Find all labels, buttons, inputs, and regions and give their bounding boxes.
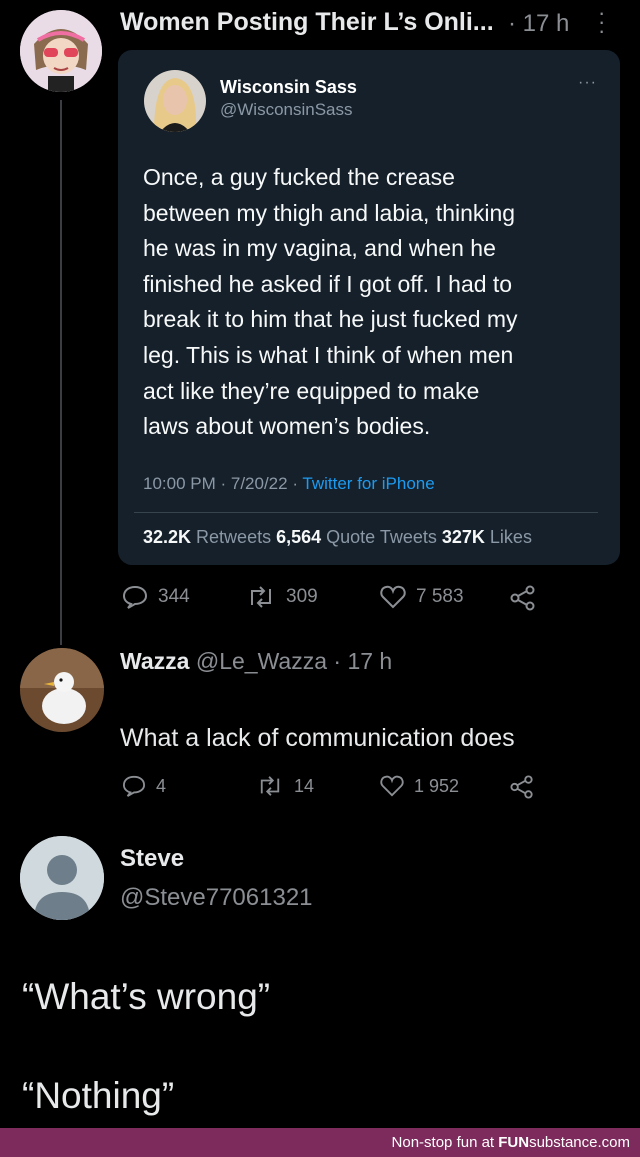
tweet-meta: 10:00 PM · 7/20/22 · Twitter for iPhone <box>143 474 435 494</box>
repost-count: 309 <box>286 586 318 607</box>
post-title[interactable]: Women Posting Their L’s Onli... <box>120 8 494 37</box>
reply-reply-button[interactable]: 4 <box>122 775 166 797</box>
like-button[interactable]: 7 583 <box>380 585 464 609</box>
tweet-line: laws about women’s bodies. <box>143 413 431 440</box>
steve-avatar[interactable] <box>20 836 104 920</box>
more-horizontal-icon[interactable]: ··· <box>578 74 597 92</box>
likes-label: Likes <box>484 527 532 547</box>
watermark-text[interactable]: Non-stop fun at FUNsubstance.com <box>392 1134 630 1151</box>
default-profile-icon <box>20 836 104 920</box>
likes-count[interactable]: 327K <box>442 527 485 547</box>
tweet-line: Once, a guy fucked the crease <box>143 164 455 190</box>
retweets-count[interactable]: 32.2K <box>143 527 191 547</box>
share-button[interactable] <box>510 585 536 611</box>
tweet-stats: 32.2K Retweets 6,564 Quote Tweets 327K L… <box>143 527 532 548</box>
tweet-line: leg. This is what I think of when men <box>143 341 514 368</box>
tweet-source-link[interactable]: Twitter for iPhone <box>302 474 434 493</box>
group-avatar[interactable] <box>20 10 102 92</box>
repost-icon <box>260 776 280 796</box>
reply-handle-time: @Le_Wazza · 17 h <box>189 648 393 674</box>
tweet-line: finished he asked if I got off. I had to <box>143 270 513 297</box>
repost-button[interactable]: 309 <box>246 585 318 609</box>
divider <box>134 512 598 513</box>
tweet-line: he was in my vagina, and when he <box>143 235 496 262</box>
reply-like-count: 1 952 <box>414 775 460 796</box>
reply-text: What a lack of communication does <box>120 724 515 752</box>
share-icon <box>510 585 535 611</box>
comment-icon <box>122 775 146 797</box>
reply-author[interactable]: Wazza @Le_Wazza · 17 h <box>120 648 392 675</box>
retweets-label: Retweets <box>191 527 277 547</box>
tweet-body: Once, a guy fucked the crease between my… <box>143 160 603 445</box>
tweet-line: between my thigh and labia, thinking <box>143 199 516 226</box>
reply-share-button[interactable] <box>510 775 534 799</box>
quote-line-2: “Nothing” <box>22 1075 175 1116</box>
reply-count: 344 <box>158 586 190 607</box>
tweet-line: break it to him that he just fucked my <box>143 306 518 333</box>
repost-icon <box>251 586 271 608</box>
watermark-suffix: .com <box>597 1134 630 1151</box>
comment-icon <box>122 585 148 609</box>
steve-handle[interactable]: @Steve77061321 <box>120 884 313 912</box>
tweet-timestamp: 10:00 PM · 7/20/22 · <box>143 474 303 493</box>
steve-name[interactable]: Steve <box>120 845 184 873</box>
tweet-author-handle[interactable]: @WisconsinSass <box>220 100 353 120</box>
like-count: 7 583 <box>416 586 464 607</box>
cartoon-avatar-icon <box>20 10 102 92</box>
reply-author-name[interactable]: Wazza <box>120 648 189 674</box>
quote-tweets-label: Quote Tweets <box>321 527 442 547</box>
post-time: · 17 h <box>508 10 570 37</box>
watermark-brand-rest: substance <box>529 1134 598 1151</box>
seagull-photo-icon <box>20 648 104 732</box>
reply-like-button[interactable]: 1 952 <box>380 775 459 797</box>
heart-icon <box>380 775 404 797</box>
reply-repost-button[interactable]: 14 <box>256 775 314 797</box>
watermark-prefix: Non-stop fun at <box>391 1134 499 1151</box>
tweet-author-avatar[interactable] <box>144 70 206 132</box>
tweet-line: act like they’re equipped to make <box>143 377 480 404</box>
tweet-author-name[interactable]: Wisconsin Sass <box>220 77 357 98</box>
quote-tweets-count[interactable]: 6,564 <box>276 527 321 547</box>
vertical-dots-icon[interactable]: · · · <box>598 2 605 42</box>
thread-line <box>60 100 62 645</box>
watermark-brand-bold: FUN <box>498 1134 530 1151</box>
watermark-footer: Non-stop fun at FUNsubstance.com <box>0 1128 640 1157</box>
quote-line-1: “What’s wrong” <box>22 976 271 1017</box>
profile-photo-icon <box>144 70 206 132</box>
reply-reply-count: 4 <box>156 775 167 796</box>
heart-icon <box>380 585 406 609</box>
share-icon <box>510 775 533 799</box>
reply-repost-count: 14 <box>294 775 315 796</box>
reply-button[interactable]: 344 <box>122 585 190 609</box>
reply-author-avatar[interactable] <box>20 648 104 732</box>
